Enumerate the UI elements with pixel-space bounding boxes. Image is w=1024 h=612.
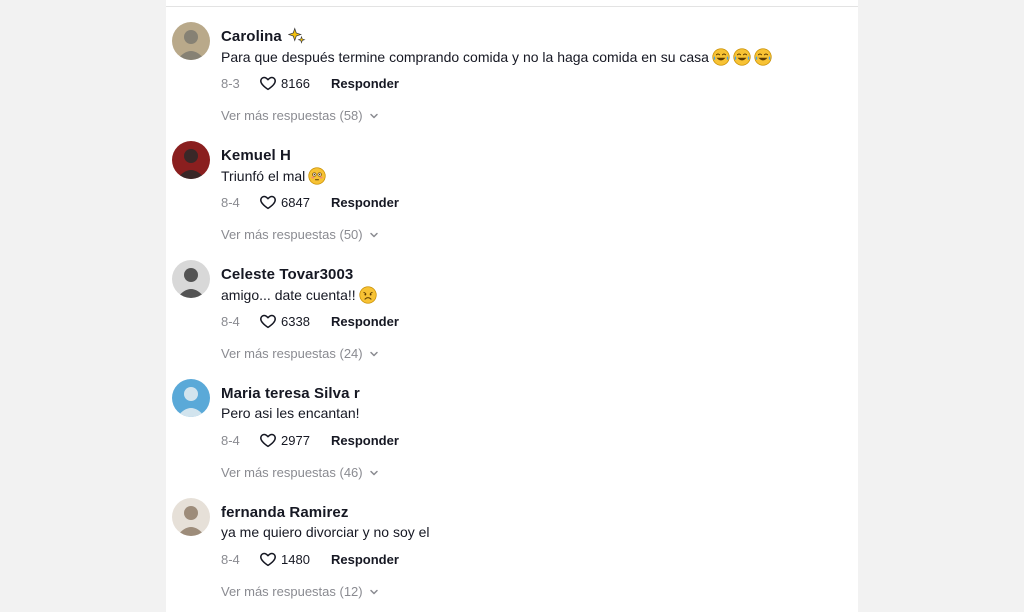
heart-icon [259, 550, 277, 568]
comment-item: Carolina Para que después termine compran… [166, 0, 858, 123]
comment-date: 8-4 [221, 432, 240, 448]
comment-text-content: Pero asi les encantan! [221, 405, 360, 421]
comment-text: Triunfó el mal [221, 167, 326, 185]
comment-text-content: amigo... date cuenta!! [221, 287, 356, 303]
like-count: 8166 [281, 75, 310, 91]
avatar[interactable] [172, 141, 210, 179]
heart-icon [259, 431, 277, 449]
comment-date: 8-3 [221, 75, 240, 91]
comment-text: Para que después termine comprando comid… [221, 48, 772, 66]
username[interactable]: fernanda Ramirez [221, 504, 348, 521]
username[interactable]: Celeste Tovar3003 [221, 266, 353, 283]
like-button[interactable]: 1480 [259, 550, 327, 568]
reply-button[interactable]: Responder [331, 314, 399, 329]
sparkle-star-icon [287, 27, 306, 45]
joy-emoji-icon [712, 48, 730, 66]
comment-item: Celeste Tovar3003 amigo... date cuenta!! 8… [166, 238, 858, 361]
heart-icon [259, 312, 277, 330]
joy-emoji-icon [754, 48, 772, 66]
comment-text: Pero asi les encantan! [221, 405, 360, 421]
like-button[interactable]: 8166 [259, 74, 327, 92]
comment-text-content: ya me quiero divorciar y no soy el [221, 524, 430, 540]
like-button[interactable]: 6847 [259, 193, 327, 211]
heart-icon [259, 74, 277, 92]
reply-button[interactable]: Responder [331, 433, 399, 448]
like-count: 1480 [281, 551, 310, 567]
comment-text: ya me quiero divorciar y no soy el [221, 524, 430, 540]
chevron-down-icon [369, 587, 379, 597]
like-count: 6338 [281, 313, 310, 329]
comment-text-content: Para que después termine comprando comid… [221, 49, 709, 65]
like-button[interactable]: 6338 [259, 312, 327, 330]
username[interactable]: Kemuel H [221, 147, 291, 164]
flushed-emoji-icon [308, 167, 326, 185]
username[interactable]: Maria teresa Silva r [221, 385, 360, 402]
reply-button[interactable]: Responder [331, 195, 399, 210]
comment-item: fernanda Ramirez ya me quiero divorciar y… [166, 476, 858, 599]
like-count: 6847 [281, 194, 310, 210]
heart-icon [259, 193, 277, 211]
comments-panel: Carolina Para que después termine compran… [166, 0, 858, 612]
reply-button[interactable]: Responder [331, 552, 399, 567]
comment-item: Kemuel H Triunfó el mal 8-4 6847 Responder Ve… [166, 119, 858, 242]
joy-emoji-icon [733, 48, 751, 66]
frowning-emoji-icon [359, 286, 377, 304]
comment-text: amigo... date cuenta!! [221, 286, 377, 304]
comment-text-content: Triunfó el mal [221, 168, 306, 184]
avatar[interactable] [172, 260, 210, 298]
avatar[interactable] [172, 498, 210, 536]
view-more-replies-label: Ver más respuestas (12) [221, 584, 363, 599]
avatar[interactable] [172, 379, 210, 417]
comment-item: Maria teresa Silva r Pero asi les encanta… [166, 357, 858, 480]
reply-button[interactable]: Responder [331, 76, 399, 91]
view-more-replies-button[interactable]: Ver más respuestas (12) [221, 584, 379, 599]
like-button[interactable]: 2977 [259, 431, 327, 449]
avatar[interactable] [172, 22, 210, 60]
comment-date: 8-4 [221, 313, 240, 329]
comment-date: 8-4 [221, 194, 240, 210]
comment-date: 8-4 [221, 551, 240, 567]
like-count: 2977 [281, 432, 310, 448]
username[interactable]: Carolina [221, 28, 282, 45]
